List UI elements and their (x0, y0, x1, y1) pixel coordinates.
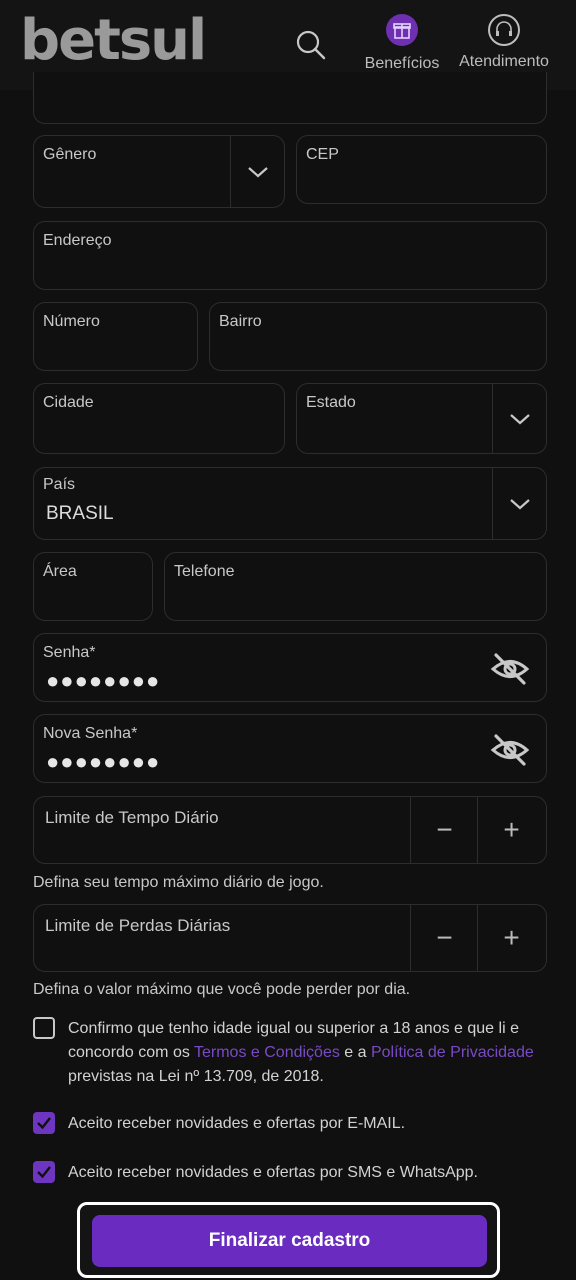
submit-focus-frame: Finalizar cadastro (77, 1202, 500, 1278)
atendimento-label: Atendimento (459, 53, 549, 70)
cidade-label: Cidade (43, 394, 94, 411)
privacy-link[interactable]: Política de Privacidade (371, 1044, 534, 1061)
pais-value: BRASIL (46, 503, 114, 524)
cidade-field[interactable]: Cidade (33, 383, 285, 454)
previous-field[interactable] (33, 72, 547, 124)
area-label: Área (43, 563, 77, 580)
check-icon (37, 1117, 51, 1130)
estado-select[interactable]: Estado (296, 383, 547, 454)
endereco-field[interactable]: Endereço (33, 221, 547, 290)
limite-perdas-field[interactable]: Limite de Perdas Diárias − + (33, 904, 547, 972)
limite-tempo-field[interactable]: Limite de Tempo Diário − + (33, 796, 547, 864)
genero-label: Gênero (43, 146, 97, 163)
gift-icon (386, 14, 418, 46)
telefone-label: Telefone (174, 563, 235, 580)
estado-label: Estado (306, 394, 356, 411)
age-consent-text-3: previstas na Lei nº 13.709, de 2018. (68, 1068, 324, 1085)
age-consent-checkbox[interactable] (33, 1017, 55, 1039)
eye-off-icon[interactable] (490, 652, 530, 691)
sms-consent-text: Aceito receber novidades e ofertas por S… (68, 1164, 478, 1181)
limite-perdas-hint: Defina o valor máximo que você pode perd… (33, 981, 411, 998)
limite-perdas-label: Limite de Perdas Diárias (45, 916, 231, 935)
minus-button[interactable]: − (410, 797, 478, 863)
email-consent-row: Aceito receber novidades e ofertas por E… (33, 1112, 553, 1138)
plus-button[interactable]: + (477, 905, 545, 971)
beneficios-label: Benefícios (364, 55, 440, 72)
bairro-field[interactable]: Bairro (209, 302, 547, 371)
search-icon[interactable] (294, 28, 328, 62)
bairro-label: Bairro (219, 313, 262, 330)
numero-field[interactable]: Número (33, 302, 198, 371)
cep-label: CEP (306, 146, 339, 163)
age-consent-text: Confirmo que tenho idade igual ou superi… (68, 1017, 558, 1089)
telefone-field[interactable]: Telefone (164, 552, 547, 621)
nova-senha-label: Nova Senha* (43, 725, 138, 742)
limite-tempo-label: Limite de Tempo Diário (45, 808, 219, 827)
senha-label: Senha* (43, 644, 96, 661)
numero-label: Número (43, 313, 100, 330)
beneficios-button[interactable]: Benefícios (360, 14, 444, 73)
chevron-down-icon[interactable] (230, 136, 284, 207)
nova-senha-value: ●●●●●●●● (46, 749, 161, 774)
senha-field[interactable]: Senha* ●●●●●●●● (33, 633, 547, 702)
cep-field[interactable]: CEP (296, 135, 547, 204)
pais-label: País (43, 476, 76, 493)
endereco-label: Endereço (43, 232, 112, 249)
senha-value: ●●●●●●●● (46, 668, 161, 693)
finalizar-cadastro-button[interactable]: Finalizar cadastro (92, 1215, 487, 1267)
limite-tempo-hint: Defina seu tempo máximo diário de jogo. (33, 874, 324, 891)
chevron-down-icon[interactable] (492, 468, 546, 539)
plus-button[interactable]: + (477, 797, 545, 863)
email-consent-checkbox[interactable] (33, 1112, 55, 1134)
headset-icon (488, 14, 520, 46)
chevron-down-icon[interactable] (492, 384, 546, 453)
age-consent-text-2: e a (339, 1044, 371, 1061)
check-icon (37, 1166, 51, 1179)
pais-select[interactable]: País BRASIL (33, 467, 547, 540)
atendimento-button[interactable]: Atendimento (452, 14, 556, 71)
age-consent-row: Confirmo que tenho idade igual ou superi… (33, 1017, 553, 1089)
terms-link[interactable]: Termos e Condições (194, 1044, 340, 1061)
sms-consent-checkbox[interactable] (33, 1161, 55, 1183)
email-consent-text: Aceito receber novidades e ofertas por E… (68, 1115, 406, 1132)
eye-off-icon[interactable] (490, 733, 530, 772)
minus-button[interactable]: − (410, 905, 478, 971)
nova-senha-field[interactable]: Nova Senha* ●●●●●●●● (33, 714, 547, 783)
area-field[interactable]: Área (33, 552, 153, 621)
genero-select[interactable]: Gênero (33, 135, 285, 208)
betsul-logo[interactable]: betsul (20, 8, 207, 73)
sms-consent-row: Aceito receber novidades e ofertas por S… (33, 1161, 553, 1187)
